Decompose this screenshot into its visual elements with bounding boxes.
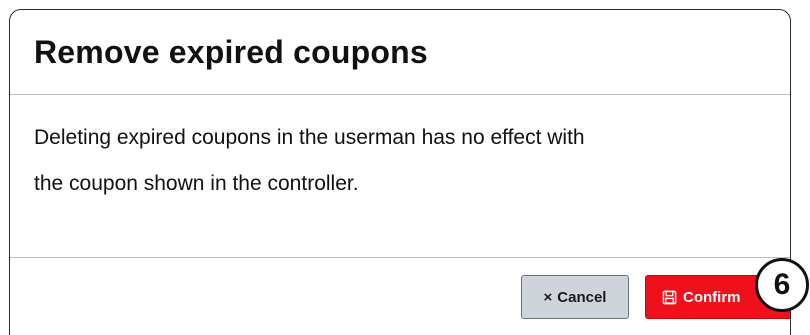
cancel-button-label: Cancel [557, 288, 607, 306]
dialog-message-line-2: the coupon shown in the controller. [34, 172, 359, 195]
dialog-header: Remove expired coupons [10, 10, 790, 95]
dialog-message-line-1: Deleting expired coupons in the userman … [34, 126, 585, 149]
save-icon [662, 290, 677, 305]
cancel-button[interactable]: × Cancel [521, 275, 629, 319]
step-number-badge: 6 [755, 258, 809, 312]
times-icon: × [543, 288, 553, 306]
dialog-title: Remove expired coupons [34, 33, 428, 70]
confirm-button-label: Confirm [683, 288, 741, 306]
dialog-message: Deleting expired coupons in the userman … [34, 115, 766, 207]
remove-expired-coupons-dialog: Remove expired coupons Deleting expired … [9, 9, 791, 335]
dialog-body: Deleting expired coupons in the userman … [10, 95, 790, 258]
dialog-footer: × Cancel Confirm [10, 258, 790, 335]
